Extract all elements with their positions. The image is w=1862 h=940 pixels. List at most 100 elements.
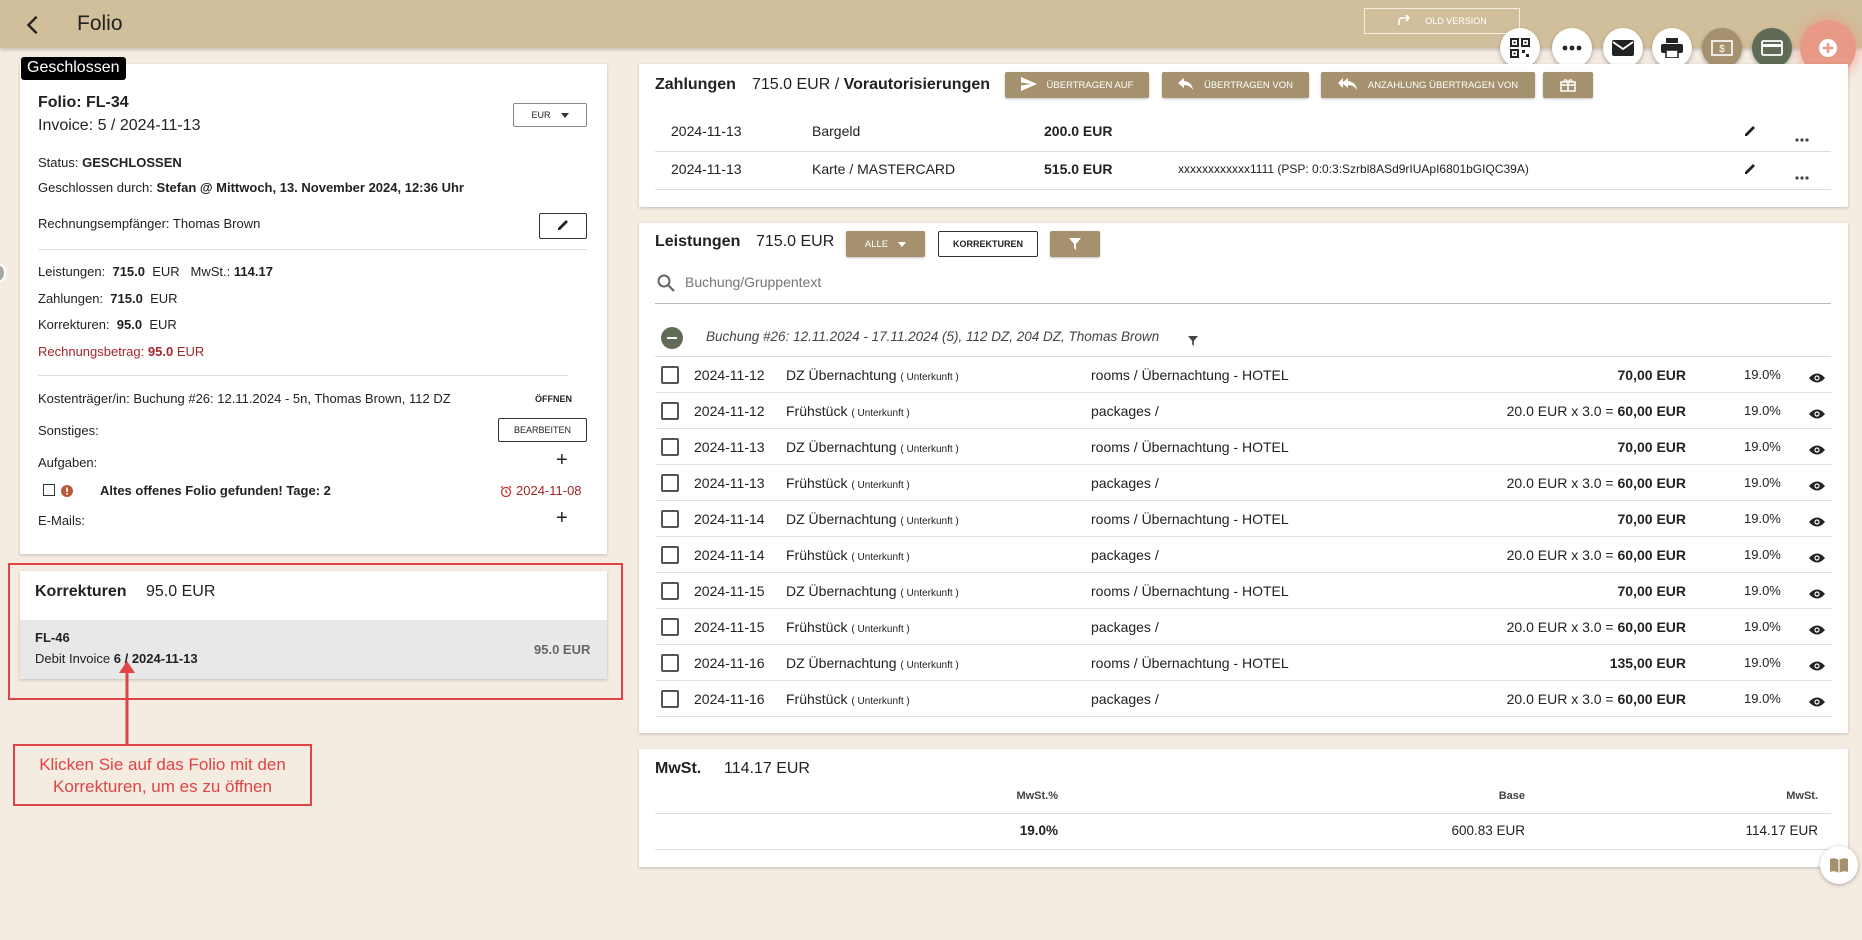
service-row[interactable]: 2024-11-16 DZ Übernachtung ( Unterkunft )… — [656, 645, 1832, 681]
open-payer-button[interactable]: ÖFFNEN — [535, 394, 572, 404]
remove-circle-icon[interactable] — [661, 327, 683, 349]
service-amount: 70,00 EUR — [1617, 511, 1686, 527]
add-task-button[interactable]: + — [556, 449, 568, 472]
eye-icon[interactable] — [1809, 658, 1825, 674]
divider — [655, 849, 1831, 850]
service-row[interactable]: 2024-11-14 DZ Übernachtung ( Unterkunft )… — [656, 501, 1832, 537]
service-date: 2024-11-15 — [694, 583, 765, 599]
status-label: Status: — [38, 155, 79, 170]
eye-icon[interactable] — [1809, 478, 1825, 494]
eye-icon[interactable] — [1809, 370, 1825, 386]
service-row[interactable]: 2024-11-12 DZ Übernachtung ( Unterkunft )… — [656, 357, 1832, 393]
services-total: 715.0 EUR — [756, 233, 835, 250]
service-tag: ( Unterkunft ) — [900, 372, 959, 383]
edit-recipient-button[interactable] — [539, 213, 587, 239]
service-date: 2024-11-12 — [694, 403, 765, 419]
more-horiz-icon[interactable] — [1795, 167, 1809, 185]
correction-folio-item[interactable]: FL-46 Debit Invoice 6 / 2024-11-13 95.0 … — [20, 620, 607, 679]
service-date: 2024-11-12 — [694, 367, 765, 383]
dollar-note-icon[interactable]: $ — [1702, 28, 1742, 68]
transfer-to-button[interactable]: ÜBERTRAGEN AUF — [1005, 72, 1149, 98]
side-handle[interactable] — [0, 264, 6, 282]
recipient-value: Thomas Brown — [172, 216, 261, 231]
preauth-tab[interactable]: Vorautorisierungen — [844, 76, 990, 93]
old-version-label: OLD VERSION — [1425, 16, 1487, 26]
service-category: packages / — [1091, 475, 1159, 491]
back-arrow-icon[interactable] — [20, 12, 46, 38]
service-tag: ( Unterkunft ) — [851, 624, 910, 635]
filter-icon[interactable] — [1188, 333, 1198, 351]
pencil-icon[interactable] — [1743, 162, 1757, 181]
service-checkbox[interactable] — [661, 474, 679, 492]
payment-date: 2024-11-13 — [671, 123, 742, 139]
eye-icon[interactable] — [1809, 406, 1825, 422]
service-row[interactable]: 2024-11-13 DZ Übernachtung ( Unterkunft )… — [656, 429, 1832, 465]
add-email-button[interactable]: + — [556, 507, 568, 530]
deposit-transfer-button[interactable]: ANZAHLUNG ÜBERTRAGEN VON — [1321, 72, 1535, 98]
search-input[interactable] — [685, 270, 1815, 294]
eye-icon[interactable] — [1809, 514, 1825, 530]
service-category: rooms / Übernachtung - HOTEL — [1091, 511, 1289, 527]
service-name: DZ Übernachtung — [786, 439, 897, 455]
service-checkbox[interactable] — [661, 366, 679, 384]
task-checkbox[interactable] — [43, 484, 55, 496]
service-checkbox[interactable] — [661, 510, 679, 528]
vat-value: 114.17 — [233, 264, 273, 279]
service-row[interactable]: 2024-11-16 Frühstück ( Unterkunft ) packag… — [656, 681, 1832, 717]
reply-all-icon — [1337, 77, 1358, 94]
corrections-button[interactable]: KORREKTUREN — [938, 231, 1038, 257]
service-checkbox[interactable] — [661, 438, 679, 456]
transfer-from-label: ÜBERTRAGEN VON — [1203, 79, 1294, 91]
vat-title: MwSt. — [655, 760, 702, 777]
eye-icon[interactable] — [1809, 694, 1825, 710]
service-checkbox[interactable] — [661, 546, 679, 564]
service-row[interactable]: 2024-11-14 Frühstück ( Unterkunft ) packag… — [656, 537, 1832, 573]
service-checkbox[interactable] — [661, 402, 679, 420]
eye-icon[interactable] — [1809, 622, 1825, 638]
qr-code-icon[interactable] — [1500, 28, 1540, 68]
service-row[interactable]: 2024-11-13 Frühstück ( Unterkunft ) packag… — [656, 465, 1832, 501]
credit-card-icon[interactable] — [1752, 28, 1792, 68]
eye-icon[interactable] — [1809, 442, 1825, 458]
filter-all-select[interactable]: ALLE — [846, 231, 925, 257]
service-checkbox[interactable] — [661, 582, 679, 600]
divider — [38, 375, 568, 376]
currency-select[interactable]: EUR — [513, 103, 587, 127]
eye-icon[interactable] — [1809, 550, 1825, 566]
payments-separator: / — [834, 76, 840, 93]
service-row[interactable]: 2024-11-15 DZ Übernachtung ( Unterkunft )… — [656, 573, 1832, 609]
service-vat: 19.0% — [1744, 691, 1781, 706]
old-version-button[interactable]: OLD VERSION — [1364, 8, 1520, 34]
caret-down-icon — [898, 239, 907, 250]
transfer-from-button[interactable]: ÜBERTRAGEN VON — [1162, 72, 1309, 98]
more-horiz-icon[interactable] — [1552, 28, 1592, 68]
service-checkbox[interactable] — [661, 690, 679, 708]
service-vat: 19.0% — [1744, 583, 1781, 598]
emails-label: E-Mails: — [38, 513, 85, 528]
service-vat: 19.0% — [1744, 547, 1781, 562]
closed-by-label: Geschlossen durch: — [38, 180, 153, 195]
eye-icon[interactable] — [1809, 586, 1825, 602]
service-checkbox[interactable] — [661, 654, 679, 672]
redo-icon — [1397, 14, 1411, 28]
closed-by-value: Stefan @ Mittwoch, 13. November 2024, 12… — [156, 180, 464, 195]
more-horiz-icon[interactable] — [1795, 129, 1809, 147]
filter-icon[interactable] — [1050, 231, 1100, 257]
edit-other-button[interactable]: BEARBEITEN — [498, 418, 587, 442]
service-amount: 60,00 EUR — [1617, 619, 1686, 635]
service-name: DZ Übernachtung — [786, 583, 897, 599]
print-icon[interactable] — [1652, 28, 1692, 68]
book-icon[interactable] — [1820, 846, 1858, 884]
pencil-icon[interactable] — [1743, 124, 1757, 143]
task-text: Altes offenes Folio gefunden! Tage: 2 — [100, 483, 331, 498]
mail-icon[interactable] — [1603, 28, 1643, 68]
tasks-label: Aufgaben: — [38, 455, 98, 470]
service-row[interactable]: 2024-11-15 Frühstück ( Unterkunft ) packag… — [656, 609, 1832, 645]
service-name: Frühstück — [786, 691, 848, 707]
corrections-label: Korrekturen: — [38, 317, 110, 332]
gift-icon[interactable] — [1543, 72, 1593, 98]
app-title: Folio — [77, 12, 123, 35]
service-row[interactable]: 2024-11-12 Frühstück ( Unterkunft ) packag… — [656, 393, 1832, 429]
service-checkbox[interactable] — [661, 618, 679, 636]
invoice-amount-value: 95.0 — [147, 344, 174, 359]
